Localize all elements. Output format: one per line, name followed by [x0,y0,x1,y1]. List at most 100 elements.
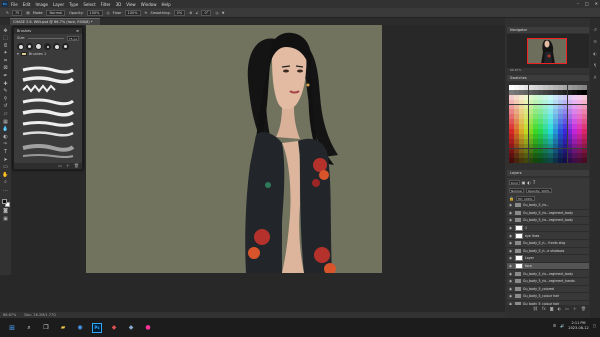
layer-fill-field[interactable]: Fill: 100% [515,195,535,201]
zoom-tool-icon[interactable]: ⌕ [2,180,9,186]
brush-size-value[interactable]: 75 px [67,35,79,41]
symmetry-icon[interactable]: ❖ [222,11,225,15]
history-brush-tool-icon[interactable]: ↺ [2,104,9,110]
pressure-opacity-icon[interactable]: ◎ [107,11,110,15]
eye-icon[interactable]: ◉ [509,241,513,245]
document-tab[interactable]: CHASE 3.6. WIN.psd @ 66.7% (face, RGB/8)… [10,18,100,25]
quick-mask-icon[interactable]: ◙ [2,209,9,215]
new-brush-icon[interactable]: ＋ [66,163,70,169]
color-swatch[interactable] [582,158,587,164]
menu-help[interactable]: Help [161,2,170,7]
eye-icon[interactable]: ◉ [509,211,513,215]
layer-blend-select[interactable]: Normal [509,187,524,193]
frame-tool-icon[interactable]: ⊠ [2,66,9,72]
layer-row-selected[interactable]: ◉ face [507,262,589,271]
menu-3d[interactable]: 3D [116,2,122,7]
new-group-icon[interactable]: ▭ [58,163,62,169]
gradient-tool-icon[interactable]: ▦ [2,119,9,125]
app-icon[interactable]: ◆ [126,323,136,333]
eye-icon[interactable]: ◉ [509,256,513,260]
network-icon[interactable]: ☰ [553,324,556,328]
app-icon[interactable]: ◆ [109,323,119,333]
new-group-icon[interactable]: ▭ [565,306,569,311]
menu-view[interactable]: View [126,2,136,7]
minimize-button[interactable]: – [577,1,579,6]
healing-brush-tool-icon[interactable]: ✚ [2,81,9,87]
brush-size-slider[interactable] [28,37,64,39]
layer-style-icon[interactable]: fx [542,306,546,311]
filter-type-icon[interactable]: T [533,180,535,185]
app-icon[interactable]: ● [143,323,153,333]
status-zoom[interactable]: 66.67% [3,313,16,317]
volume-icon[interactable]: 🔊 [560,324,564,328]
recent-brush-preset[interactable] [62,43,69,50]
menu-select[interactable]: Select [83,2,95,7]
brush-folder[interactable]: ▾ Brushes 1 [14,51,82,57]
search-icon[interactable]: ⌕ [24,323,34,333]
task-view-icon[interactable]: ❐ [41,323,51,333]
layer-row[interactable]: ◉ Layer [507,255,589,263]
type-tool-icon[interactable]: T [2,150,9,156]
crop-tool-icon[interactable]: ⌗ [2,58,9,64]
eye-icon[interactable]: ◉ [509,249,513,253]
adjustments-icon[interactable]: ◐ [592,50,598,56]
recent-brush-preset[interactable] [44,43,51,50]
foreground-color-swatch[interactable] [1,199,7,205]
pressure-size-icon[interactable]: ◎ [215,11,218,15]
filter-adjust-icon[interactable]: ◐ [527,180,531,185]
mode-select[interactable]: Normal [46,9,66,16]
flow-field[interactable]: 100% [124,9,141,16]
layer-kind-select[interactable]: Kind [509,179,520,185]
eyedropper-tool-icon[interactable]: ✒ [2,74,9,80]
menu-window[interactable]: Window [141,2,157,7]
file-explorer-icon[interactable]: ▰ [58,323,68,333]
link-layers-icon[interactable]: ⛓ [533,306,538,311]
layer-row[interactable]: ◉ 1 [507,225,589,233]
layer-row[interactable]: ◉ Gu_body_5_colour hair [507,293,589,301]
properties-icon[interactable]: ☰ [592,38,598,44]
blur-tool-icon[interactable]: 💧 [2,127,9,133]
angle-field[interactable]: 0° [201,9,212,16]
browser-icon[interactable]: ◉ [75,323,85,333]
recent-brush-preset[interactable] [17,43,24,50]
brush-tool-icon[interactable]: ✎ [6,11,9,15]
recent-brush-preset[interactable] [26,43,33,50]
paragraph-icon[interactable]: ¶ [592,62,598,68]
hand-tool-icon[interactable]: ✋ [2,172,9,178]
layer-row[interactable]: ◉ Gu_body_5_colored [507,286,589,294]
eye-icon[interactable]: ◉ [509,203,513,207]
brush-size-picker[interactable]: 75 [11,9,23,16]
eye-icon[interactable]: ◉ [509,294,513,298]
layer-row[interactable]: ◉ Gu_body_5_ris... [507,202,589,210]
menu-type[interactable]: Type [69,2,78,7]
menu-image[interactable]: Image [35,2,48,7]
panel-menu-icon[interactable]: ≡ [76,29,79,33]
menu-filter[interactable]: Filter [101,2,111,7]
recent-brush-preset[interactable] [35,43,42,50]
navigator-view-box[interactable] [527,38,567,64]
lock-icon[interactable]: 🔒 [509,196,514,201]
navigator-zoom-readout[interactable]: 66.67% [507,68,589,73]
notifications-icon[interactable]: ▢ [593,324,596,328]
airbrush-icon[interactable]: ✈ [145,11,148,15]
brush-settings-icon[interactable]: ▤ [26,11,29,15]
layer-row[interactable]: ◉ Gu_body_5_ris...regiment_body [507,217,589,225]
windows-start-icon[interactable]: ⊞ [7,323,17,333]
layer-row[interactable]: ◉ Gu_body_5_ri... fronts stay [507,240,589,248]
eye-icon[interactable]: ◉ [509,234,513,238]
history-icon[interactable]: ↺ [592,26,598,32]
eye-icon[interactable]: ◉ [509,279,513,283]
opacity-field[interactable]: 100% [86,9,103,16]
brush-tool-icon[interactable]: ✎ [2,89,9,95]
menu-edit[interactable]: Edit [23,2,31,7]
layer-row[interactable]: ◉ Gu_body_5_ris...regiment_hands [507,278,589,286]
eye-icon[interactable]: ◉ [509,287,513,291]
quick-select-tool-icon[interactable]: ✦ [2,51,9,57]
layer-row[interactable]: ◉ eye lines [507,232,589,240]
eye-icon[interactable]: ◉ [509,264,513,268]
eye-icon[interactable]: ◉ [509,226,513,230]
document-canvas[interactable] [86,25,382,273]
pen-tool-icon[interactable]: ✑ [2,142,9,148]
navigator-header[interactable]: Navigator [507,27,589,33]
new-layer-icon[interactable]: ＋ [573,306,577,312]
